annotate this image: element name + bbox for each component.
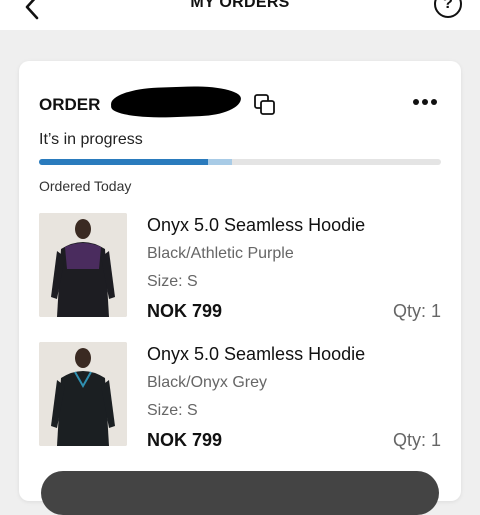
product-quantity: Qty: 1 (392, 430, 441, 450)
product-name[interactable]: Onyx 5.0 Seamless Hoodie (147, 215, 365, 236)
order-item[interactable]: Onyx 5.0 Seamless Hoodie Black/Onyx Grey… (39, 342, 441, 450)
product-name[interactable]: Onyx 5.0 Seamless Hoodie (147, 344, 365, 365)
product-size: Size: S (147, 273, 198, 290)
more-options-icon[interactable] (411, 95, 439, 109)
product-color: Black/Onyx Grey (147, 374, 268, 391)
product-image (39, 213, 127, 317)
order-label: ORDER (39, 95, 101, 114)
ordered-date: Ordered Today (39, 178, 132, 194)
product-price: NOK 799 (147, 301, 223, 321)
order-item[interactable]: Onyx 5.0 Seamless Hoodie Black/Athletic … (39, 213, 441, 321)
order-card: ORDER It’s in progress Ordered Today Ony… (19, 61, 461, 515)
order-action-button[interactable] (41, 471, 439, 515)
product-size: Size: S (147, 402, 198, 419)
progress-fill (39, 159, 208, 165)
page-title: MY ORDERS (190, 0, 290, 11)
product-color: Black/Athletic Purple (147, 245, 294, 262)
order-progress-bar (39, 159, 441, 165)
copy-icon[interactable] (253, 93, 277, 117)
product-price: NOK 799 (147, 430, 223, 450)
product-quantity: Qty: 1 (392, 301, 441, 321)
redacted-order-number (110, 84, 242, 120)
top-bar: MY ORDERS ? (0, 0, 480, 30)
help-icon[interactable]: ? (434, 0, 462, 18)
order-status: It’s in progress (39, 131, 143, 148)
help-glyph: ? (443, 0, 453, 12)
product-image (39, 342, 127, 446)
